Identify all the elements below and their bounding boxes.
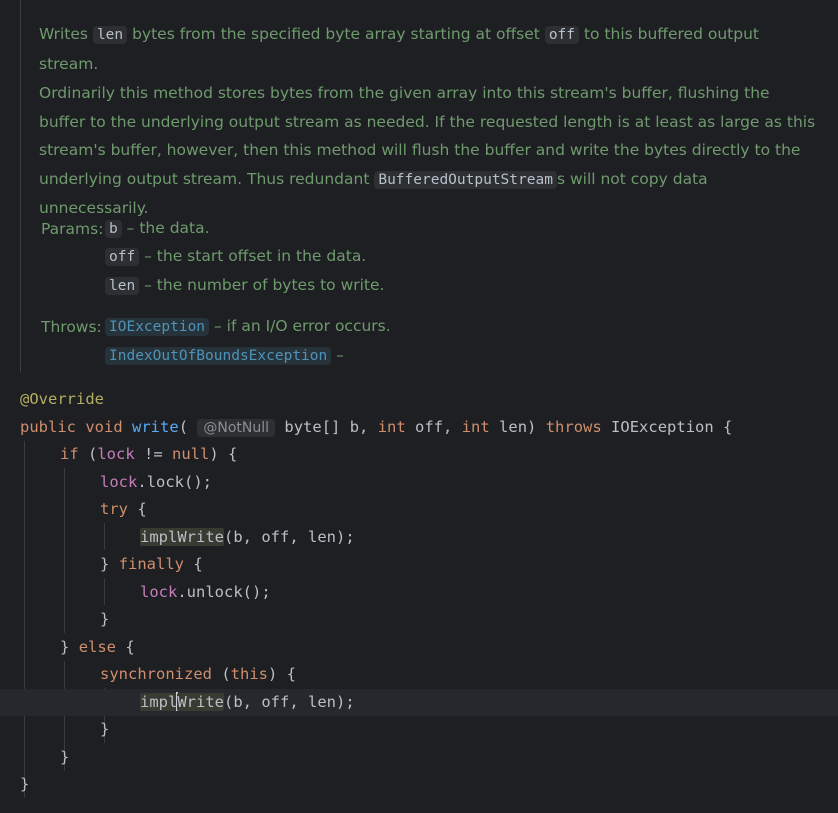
param-row: len – the number of bytes to write. <box>105 271 384 301</box>
code-line: } finally { <box>100 555 203 573</box>
throws-row: IOException – if an I/O error occurs. <box>105 312 391 342</box>
code-line: } <box>100 610 110 628</box>
code-line: } <box>100 720 110 738</box>
javadoc-popup: Writes len bytes from the specified byte… <box>0 0 838 378</box>
code-len: len <box>92 26 128 44</box>
param-row: b – the data. <box>105 214 210 244</box>
code-line: public void write( @NotNull byte[] b, in… <box>20 417 733 437</box>
ioexception-link[interactable]: IOException <box>105 318 210 336</box>
params-label: Params: <box>41 220 104 238</box>
method-name: write <box>132 417 179 436</box>
param-name: len <box>105 277 140 295</box>
current-code-line[interactable]: implWrite(b, off, len); <box>0 688 838 716</box>
indexoutofbounds-link[interactable]: IndexOutOfBoundsException <box>105 347 332 365</box>
doc-summary: Writes len bytes from the specified byte… <box>39 25 759 73</box>
code-line: } <box>20 775 30 793</box>
param-name: off <box>105 248 140 266</box>
notnull-inlay-hint[interactable]: @NotNull <box>197 418 276 437</box>
param-name: b <box>105 220 122 238</box>
code-line: if (lock != null) { <box>60 445 238 463</box>
code-line: synchronized (this) { <box>100 665 296 683</box>
throws-label: Throws: <box>41 318 102 336</box>
code-line: } else { <box>60 637 135 656</box>
code-line: lock.unlock(); <box>140 582 271 601</box>
code-line: implWrite(b, off, len); <box>140 527 355 546</box>
code-line: lock.lock(); <box>100 472 212 491</box>
throws-row: IndexOutOfBoundsException – <box>105 341 344 371</box>
doc-gutter-bar <box>20 0 21 372</box>
code-bufferedoutputstream: BufferedOutputStream <box>374 170 557 189</box>
code-line: try { <box>100 500 147 518</box>
param-row: off – the start offset in the data. <box>105 242 366 272</box>
code-line: @Override <box>20 390 104 408</box>
code-off: off <box>544 26 580 44</box>
doc-body: Ordinarily this method stores bytes from… <box>39 84 816 217</box>
code-line: } <box>60 747 70 766</box>
